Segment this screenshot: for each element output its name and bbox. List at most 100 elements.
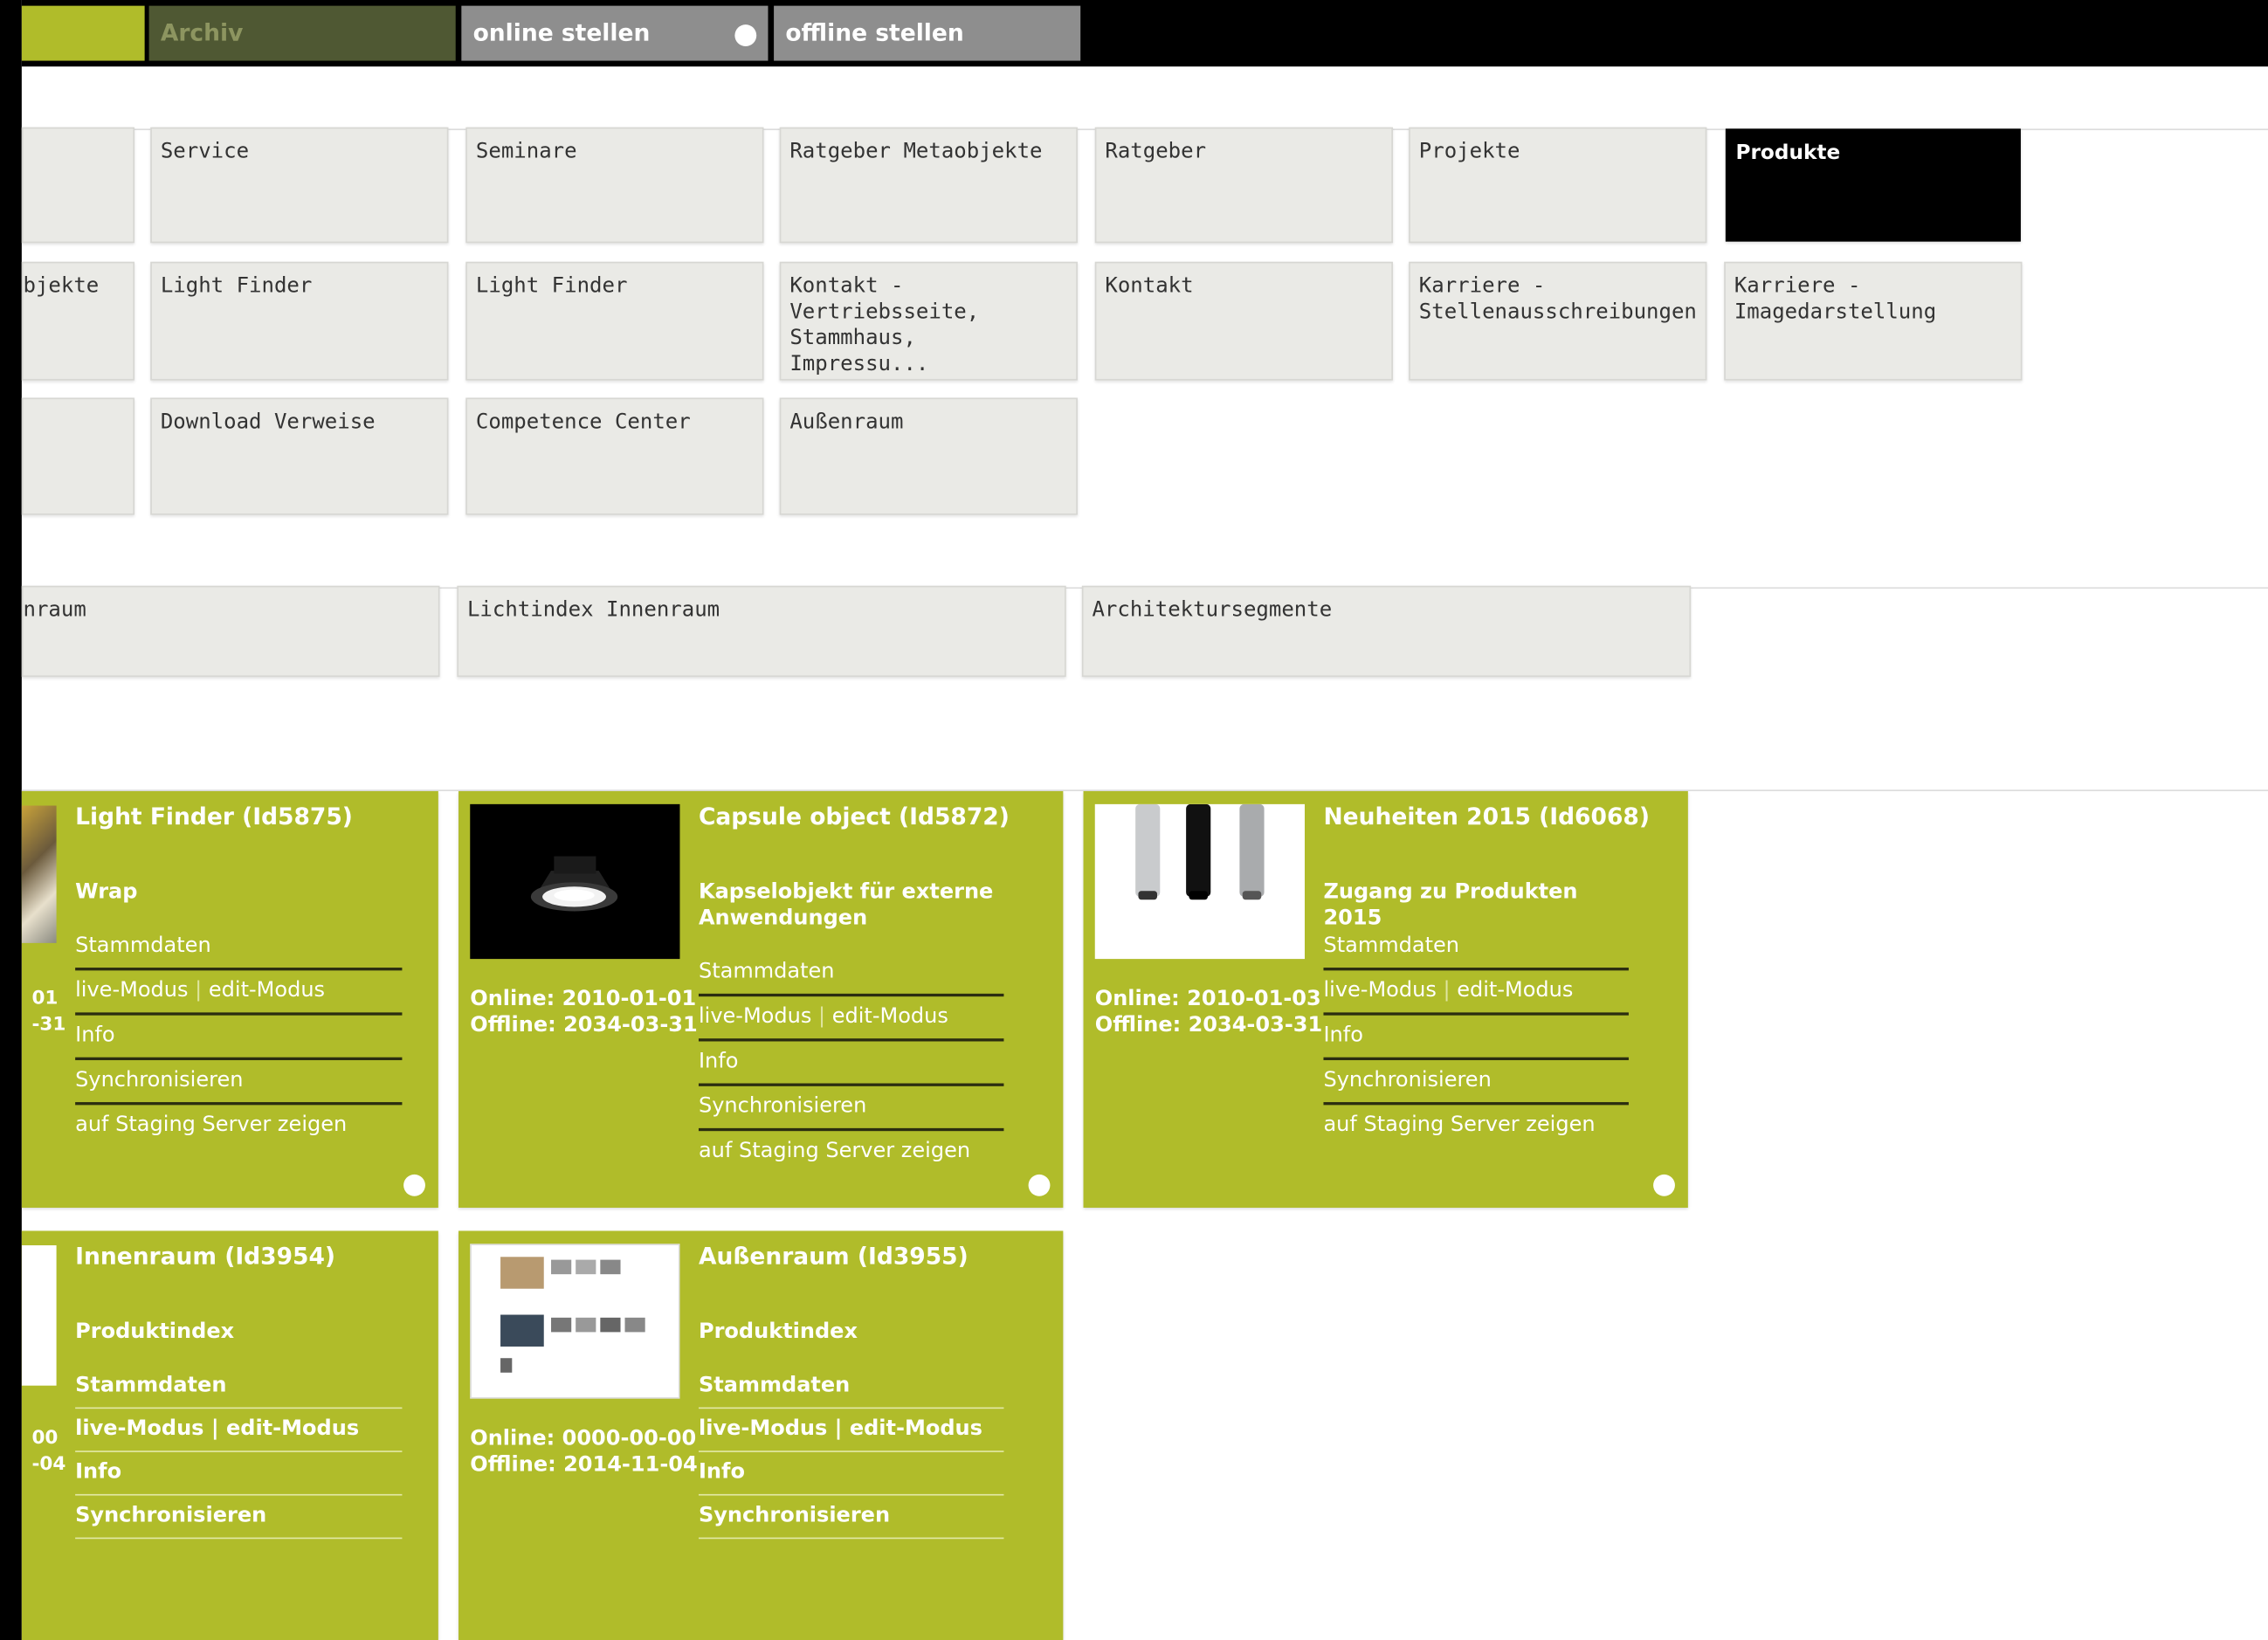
card-thumbnail[interactable] [470, 1244, 680, 1399]
tile-kontakt-vertriebsseite[interactable]: Kontakt - Vertriebsseite, Stammhaus, Imp… [779, 261, 1078, 381]
card-links: Stammdaten live-Modus | edit-Modus Info … [1323, 926, 1629, 1147]
object-card: Neuheiten 2015 (Id6068) Zugang zu Produk… [1083, 790, 1688, 1208]
synchronisieren-link[interactable]: Synchronisieren [75, 1496, 403, 1540]
card-dates: 00 -04 [31, 1426, 65, 1478]
card-subtitle: Kapselobjekt für externe Anwendungen [698, 880, 994, 930]
tile-kontakt[interactable]: Kontakt [1094, 261, 1393, 381]
status-dot-icon[interactable] [1028, 1174, 1051, 1196]
downlight-image [470, 803, 680, 960]
tile-light-finder[interactable]: Light Finder [465, 261, 764, 381]
tile-ratgeber-metaobjekte[interactable]: Ratgeber Metaobjekte [779, 127, 1078, 244]
home-tab[interactable] [21, 5, 145, 61]
product-index-image [471, 1245, 679, 1397]
tile-service[interactable]: Service [150, 127, 449, 244]
staging-server-link[interactable]: auf Staging Server zeigen [75, 1105, 402, 1147]
stammdaten-link[interactable]: Stammdaten [698, 952, 1004, 997]
edit-modus-link[interactable]: edit-Modus [1457, 979, 1573, 1003]
tile-download-verweise[interactable]: Download Verweise [150, 397, 449, 515]
modus-links: live-Modus | edit-Modus [75, 970, 403, 1016]
stammdaten-link[interactable]: Stammdaten [75, 1366, 403, 1409]
synchronisieren-link[interactable]: Synchronisieren [698, 1086, 1004, 1132]
card-thumbnail[interactable] [21, 805, 57, 943]
card-dates: 01 -31 [31, 987, 65, 1039]
status-dot-icon[interactable] [403, 1174, 425, 1196]
tile-competence-center[interactable]: Competence Center [465, 397, 764, 515]
modus-links[interactable]: live-Modus | edit-Modus [698, 1409, 1004, 1452]
offline-date: Offline: 2034-03-31 [470, 1014, 698, 1037]
card-subtitle: Wrap [75, 880, 138, 905]
status-dot-icon[interactable] [1653, 1174, 1675, 1196]
tile-seminare[interactable]: Seminare [465, 127, 764, 244]
edit-modus-link[interactable]: edit-Modus [832, 1005, 948, 1029]
card-thumbnail[interactable] [1094, 803, 1305, 960]
drag-handle-dot-icon[interactable] [734, 24, 757, 46]
object-card: Capsule object (Id5872) Kapselobjekt für… [458, 790, 1064, 1208]
card-thumbnail[interactable] [470, 803, 680, 960]
live-modus-link[interactable]: live-Modus [1323, 979, 1436, 1003]
card-title[interactable]: Neuheiten 2015 (Id6068) [1323, 803, 1649, 830]
card-title[interactable]: Außenraum (Id3955) [699, 1243, 969, 1270]
tile-partial[interactable] [21, 397, 135, 515]
offline-stellen-button[interactable]: offline stellen [774, 5, 1081, 61]
tile-ratgeber[interactable]: Ratgeber [1094, 127, 1393, 244]
info-link[interactable]: Info [75, 1452, 403, 1496]
tile-produkte-active[interactable]: Produkte [1725, 128, 2021, 242]
archiv-button[interactable]: Archiv [148, 5, 456, 61]
info-link[interactable]: Info [698, 1042, 1004, 1086]
tile-karriere-stellen[interactable]: Karriere - Stellenausschreibungen [1409, 261, 1707, 381]
modus-links: live-Modus | edit-Modus [1323, 970, 1629, 1016]
info-link[interactable]: Info [75, 1016, 403, 1061]
live-modus-link[interactable]: live-Modus [75, 979, 188, 1003]
tile-partial[interactable] [21, 127, 135, 244]
stammdaten-link[interactable]: Stammdaten [1323, 926, 1629, 971]
edit-modus-link[interactable]: edit-Modus [209, 979, 325, 1003]
offline-date: Offline: 2014-11-04 [470, 1453, 698, 1478]
tile-lichtindex-innenraum[interactable]: Lichtindex Innenraum [457, 585, 1066, 678]
synchronisieren-link[interactable]: Synchronisieren [698, 1496, 1004, 1540]
object-card: Außenraum (Id3955) Produktindex Stammdat… [458, 1230, 1064, 1640]
left-edge [0, 0, 22, 1640]
object-card: Light Finder (Id5875) Wrap Stammdaten li… [21, 790, 438, 1208]
card-links: Stammdaten live-Modus | edit-Modus Info … [75, 926, 403, 1147]
card-thumbnail[interactable] [21, 1245, 57, 1386]
staging-server-link[interactable]: auf Staging Server zeigen [1323, 1105, 1628, 1147]
app-frame: Archiv online stellen offline stellen Se… [0, 0, 2268, 1640]
tile-light-finder[interactable]: Light Finder [150, 261, 449, 381]
modus-links[interactable]: live-Modus | edit-Modus [75, 1409, 403, 1452]
card-title[interactable]: Light Finder (Id5875) [75, 803, 353, 830]
online-stellen-button[interactable]: online stellen [461, 5, 769, 61]
info-link[interactable]: Info [698, 1452, 1004, 1496]
staging-server-link[interactable]: auf Staging Server zeigen [699, 1131, 1003, 1173]
online-date-partial: 01 [31, 988, 59, 1010]
card-dates: Online: 0000-00-00 Offline: 2014-11-04 [470, 1426, 697, 1478]
card-title[interactable]: Innenraum (Id3954) [75, 1243, 335, 1270]
tile-partial-innenraum[interactable]: nraum [21, 585, 440, 678]
online-date: Online: 0000-00-00 [470, 1427, 697, 1451]
synchronisieren-link[interactable]: Synchronisieren [75, 1060, 403, 1106]
card-links: Stammdaten live-Modus | edit-Modus Info … [698, 952, 1004, 1173]
info-link[interactable]: Info [1323, 1016, 1629, 1061]
card-subtitle: Zugang zu Produkten 2015 [1323, 880, 1578, 930]
offline-date: Offline: 2034-03-31 [1094, 1014, 1323, 1037]
tile-karriere-image[interactable]: Karriere - Imagedarstellung [1724, 261, 2023, 381]
live-modus-link[interactable]: live-Modus [699, 1005, 811, 1029]
pendant-lights-image [1094, 803, 1305, 960]
modus-links: live-Modus | edit-Modus [698, 996, 1004, 1042]
stammdaten-link[interactable]: Stammdaten [75, 926, 403, 971]
card-dates: Online: 2010-01-03 Offline: 2034-03-31 [1095, 987, 1322, 1039]
card-links: Stammdaten live-Modus | edit-Modus Info … [698, 1366, 1004, 1540]
online-stellen-label: online stellen [472, 18, 651, 46]
synchronisieren-link[interactable]: Synchronisieren [1323, 1060, 1629, 1106]
tile-aussenraum[interactable]: Außenraum [779, 397, 1078, 515]
stammdaten-link[interactable]: Stammdaten [698, 1366, 1004, 1409]
card-dates: Online: 2010-01-01 Offline: 2034-03-31 [470, 987, 697, 1039]
online-date-partial: 00 [31, 1427, 59, 1450]
object-card: Innenraum (Id3954) Produktindex Stammdat… [21, 1230, 438, 1640]
card-title[interactable]: Capsule object (Id5872) [699, 803, 1010, 830]
card-subtitle: Produktindex [698, 1320, 858, 1344]
tile-projekte[interactable]: Projekte [1409, 127, 1707, 244]
tile-architektursegmente[interactable]: Architektursegmente [1081, 585, 1692, 678]
online-date: Online: 2010-01-01 [470, 988, 697, 1011]
card-links: Stammdaten live-Modus | edit-Modus Info … [75, 1366, 403, 1540]
tile-partial-objekte[interactable]: bjekte [21, 261, 135, 381]
